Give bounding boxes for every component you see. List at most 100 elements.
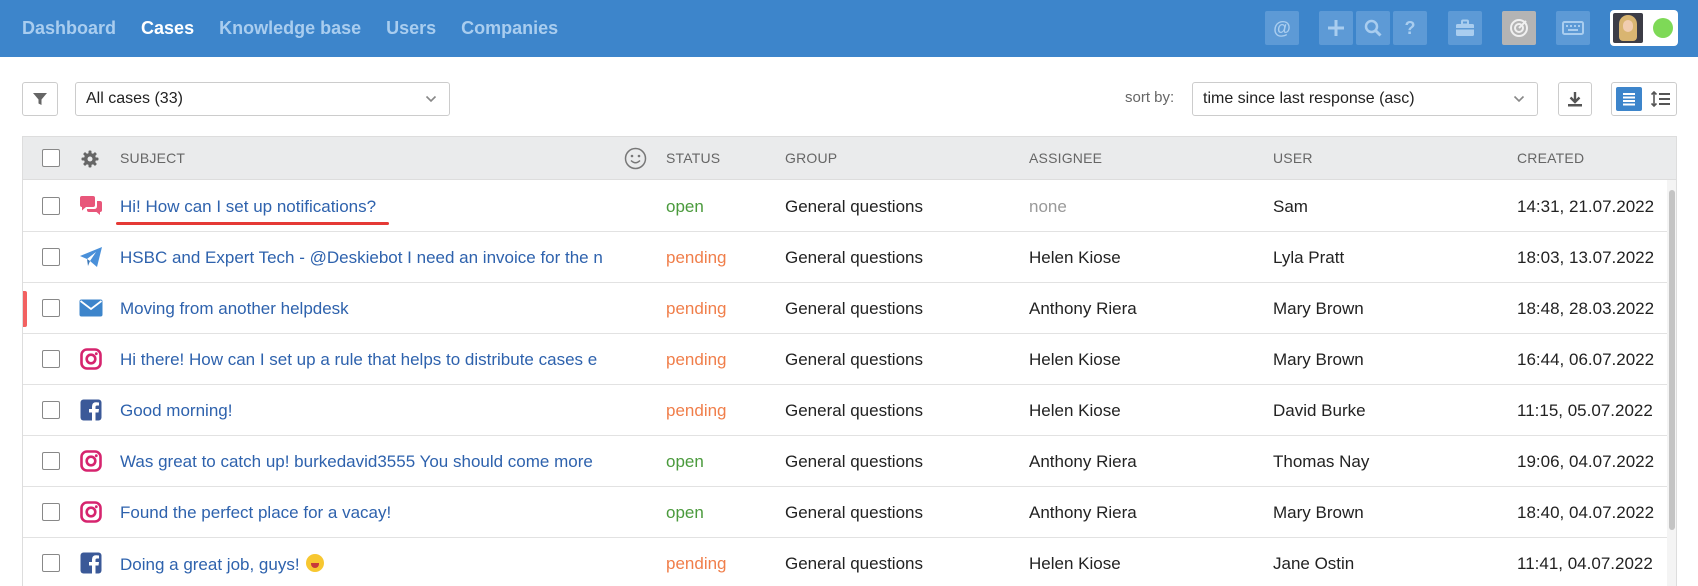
- row-checkbox[interactable]: [42, 197, 60, 215]
- online-status-indicator: [1653, 18, 1673, 38]
- column-created[interactable]: CREATED: [1517, 150, 1584, 166]
- table-row[interactable]: Hi there! How can I set up a rule that h…: [23, 334, 1676, 385]
- chat-icon: [78, 193, 104, 219]
- created-text: 18:48, 28.03.2022: [1517, 299, 1655, 318]
- created-text: 18:03, 13.07.2022: [1517, 248, 1655, 267]
- nav-knowledge-base[interactable]: Knowledge base: [219, 18, 361, 39]
- table-row[interactable]: Hi! How can I set up notifications? open…: [23, 181, 1676, 232]
- case-filter-select[interactable]: All cases (33): [75, 82, 450, 116]
- briefcase-icon[interactable]: [1448, 11, 1482, 45]
- column-group[interactable]: GROUP: [785, 150, 837, 166]
- target-icon[interactable]: [1502, 11, 1536, 45]
- telegram-icon: [78, 244, 104, 270]
- table-row[interactable]: Was great to catch up! burkedavid3555 Yo…: [23, 436, 1676, 487]
- user-text: Jane Ostin: [1273, 554, 1355, 573]
- grinning-emoji-icon: [305, 554, 324, 572]
- line-height-icon: [1651, 91, 1670, 107]
- export-button[interactable]: [1558, 82, 1592, 116]
- select-all-checkbox[interactable]: [42, 149, 60, 167]
- main-nav: Dashboard Cases Knowledge base Users Com…: [22, 0, 583, 57]
- sort-select[interactable]: time since last response (asc): [1192, 82, 1538, 116]
- column-status[interactable]: STATUS: [666, 150, 720, 166]
- plus-icon[interactable]: [1319, 11, 1353, 45]
- status-text: pending: [666, 554, 727, 573]
- row-checkbox[interactable]: [42, 401, 60, 419]
- created-text: 14:31, 21.07.2022: [1517, 197, 1655, 216]
- row-checkbox[interactable]: [42, 299, 60, 317]
- user-text: Lyla Pratt: [1273, 248, 1345, 267]
- table-row[interactable]: Moving from another helpdesk pending Gen…: [23, 283, 1676, 334]
- case-subject-link[interactable]: Was great to catch up! burkedavid3555 Yo…: [120, 452, 629, 472]
- assignee-text: Helen Kiose: [1029, 401, 1121, 420]
- column-subject[interactable]: SUBJECT: [120, 150, 185, 166]
- case-subject-text: Doing a great job, guys!: [120, 555, 300, 574]
- at-icon[interactable]: @: [1265, 11, 1299, 45]
- group-text: General questions: [785, 350, 923, 369]
- group-text: General questions: [785, 401, 923, 420]
- row-checkbox[interactable]: [42, 503, 60, 521]
- filter-button[interactable]: [22, 82, 58, 116]
- group-text: General questions: [785, 299, 923, 318]
- assignee-text: Anthony Riera: [1029, 299, 1137, 318]
- profile-menu[interactable]: [1610, 10, 1678, 46]
- table-row[interactable]: HSBC and Expert Tech - @Deskiebot I need…: [23, 232, 1676, 283]
- email-icon: [78, 295, 104, 321]
- keyboard-icon[interactable]: [1556, 11, 1590, 45]
- user-text: Mary Brown: [1273, 299, 1364, 318]
- nav-users[interactable]: Users: [386, 18, 436, 39]
- vertical-scrollbar[interactable]: [1667, 180, 1676, 586]
- row-checkbox[interactable]: [42, 248, 60, 266]
- search-icon[interactable]: [1356, 11, 1390, 45]
- status-text: open: [666, 452, 704, 471]
- table-row[interactable]: Doing a great job, guys! pending General…: [23, 538, 1676, 586]
- chevron-down-icon: [1513, 95, 1525, 103]
- view-toggle: [1611, 82, 1677, 116]
- nav-companies[interactable]: Companies: [461, 18, 558, 39]
- group-text: General questions: [785, 503, 923, 522]
- smiley-icon[interactable]: [624, 147, 647, 170]
- case-subject-link[interactable]: Found the perfect place for a vacay!: [120, 503, 629, 523]
- compact-view-button[interactable]: [1649, 87, 1673, 111]
- case-subject-link[interactable]: Hi! How can I set up notifications?: [120, 197, 629, 217]
- help-icon[interactable]: ?: [1393, 11, 1427, 45]
- created-text: 11:41, 04.07.2022: [1517, 554, 1653, 573]
- case-subject-link[interactable]: Moving from another helpdesk: [120, 299, 629, 319]
- group-text: General questions: [785, 452, 923, 471]
- column-assignee[interactable]: ASSIGNEE: [1029, 150, 1102, 166]
- case-subject-link[interactable]: Good morning!: [120, 401, 629, 421]
- status-text: pending: [666, 299, 727, 318]
- assignee-text: none: [1029, 197, 1067, 216]
- status-text: open: [666, 503, 704, 522]
- created-text: 16:44, 06.07.2022: [1517, 350, 1655, 369]
- assignee-text: Helen Kiose: [1029, 248, 1121, 267]
- user-text: Thomas Nay: [1273, 452, 1370, 471]
- instagram-icon: [78, 499, 104, 525]
- list-icon: [1623, 93, 1635, 106]
- case-filter-value: All cases (33): [86, 90, 183, 107]
- case-subject-link[interactable]: Doing a great job, guys!: [120, 554, 629, 575]
- case-subject-link[interactable]: HSBC and Expert Tech - @Deskiebot I need…: [120, 248, 629, 268]
- nav-dashboard[interactable]: Dashboard: [22, 18, 116, 39]
- case-subject-link[interactable]: Hi there! How can I set up a rule that h…: [120, 350, 629, 370]
- instagram-icon: [78, 346, 104, 372]
- nav-cases[interactable]: Cases: [141, 18, 194, 39]
- assignee-text: Helen Kiose: [1029, 554, 1121, 573]
- chevron-down-icon: [425, 95, 437, 103]
- group-text: General questions: [785, 554, 923, 573]
- row-checkbox[interactable]: [42, 554, 60, 572]
- list-view-button[interactable]: [1616, 87, 1642, 111]
- row-checkbox[interactable]: [42, 350, 60, 368]
- created-text: 18:40, 04.07.2022: [1517, 503, 1655, 522]
- scrollbar-thumb[interactable]: [1669, 190, 1675, 530]
- cases-table: SUBJECT STATUS GROUP ASSIGNEE USER CREAT…: [22, 136, 1677, 586]
- user-text: Mary Brown: [1273, 503, 1364, 522]
- column-user[interactable]: USER: [1273, 150, 1313, 166]
- gear-icon[interactable]: [81, 150, 99, 168]
- status-text: open: [666, 197, 704, 216]
- row-checkbox[interactable]: [42, 452, 60, 470]
- table-row[interactable]: Good morning! pending General questions …: [23, 385, 1676, 436]
- table-row[interactable]: Found the perfect place for a vacay! ope…: [23, 487, 1676, 538]
- avatar: [1613, 13, 1643, 43]
- status-text: pending: [666, 401, 727, 420]
- facebook-icon: [78, 397, 104, 423]
